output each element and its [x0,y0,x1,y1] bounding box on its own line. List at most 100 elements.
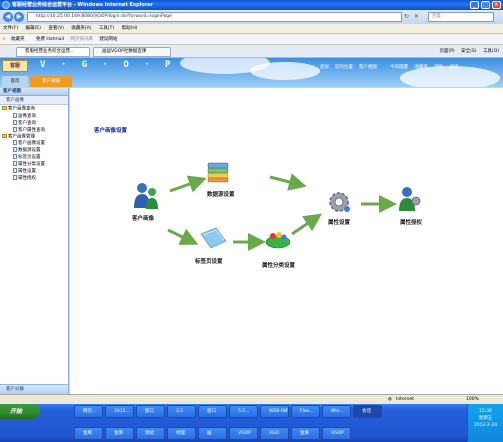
browser-tab-bar: 客服经营业务综合运营... 画运VGOP社数据宣课 页面(P) 安全(S) 工具… [0,45,503,58]
start-button[interactable]: 开始 [0,404,40,419]
folder-icon [2,106,7,110]
gear-icon [329,192,350,212]
clock-date: 2012-2-24 [473,423,498,428]
tree-item[interactable]: 数据源设置 [0,147,68,154]
link-reminder[interactable]: 今日提醒 [390,65,408,70]
fav-hotmail[interactable]: 免费 Hotmail [36,37,64,42]
safety-menu[interactable]: 安全(S) [461,49,476,54]
stop-icon[interactable]: ✕ [414,13,419,20]
taskbar-item[interactable]: 画 [198,427,227,440]
system-tray: 15:36 星期五 2012-2-24 [467,404,503,442]
close-button[interactable]: × [492,1,501,9]
menu-favorites[interactable]: 收藏夹(A) [71,26,91,31]
node-attribute-settings[interactable]: 属性设置 [328,218,350,226]
menu-tools[interactable]: 工具(T) [99,26,114,31]
taskbar-item[interactable]: 网页... [74,405,103,418]
taskbar-item[interactable]: 5.2... [229,405,258,418]
forward-icon[interactable]: ▶ [14,12,24,22]
ie-icon [2,1,10,9]
taskbar-item[interactable]: Flex... [291,405,320,418]
taskbar-item[interactable]: 金库 [74,427,103,440]
taskbar-item[interactable]: 会话 [353,405,382,418]
taskbar-item[interactable]: 金库 [105,427,134,440]
star-icon: ★ [2,37,7,42]
taskbar-item[interactable]: WEB-INF [260,405,289,418]
back-icon[interactable]: ◀ [3,12,13,22]
search-input[interactable]: 百度 [428,12,494,22]
tree-item[interactable]: 画像查询 [0,112,68,120]
tree-item[interactable]: 客户属性查询 [0,126,68,134]
status-bar: ◍ Internet 100% [0,394,503,404]
location-label: 您的位置: [334,65,355,70]
link-favorites[interactable]: 收藏夹 [414,65,428,70]
category-icon [265,232,291,249]
menu-help[interactable]: 帮助(H) [122,26,138,31]
tree-item[interactable]: 客户查询 [0,119,68,127]
tree-item[interactable]: 属性设置 [0,168,68,175]
browser-tab-2[interactable]: 画运VGOP社数据宣课 [93,47,171,57]
tree-item[interactable]: 标签页设置 [0,154,68,161]
address-input[interactable]: http://10.25.00.149:8080/VGOP/login.do?f… [27,12,402,22]
window-title-bar: 客服经营业务综合运营平台 - Windows Internet Explorer… [0,0,503,10]
brand-title: V · G · O · P [40,60,176,70]
greeting: 您好, [320,65,331,70]
minimize-button[interactable]: _ [470,1,479,9]
flow-diagram [134,162,421,251]
windows-taskbar: 开始 网页... 2012... 窗口 3.5 窗口 5.2... WEB-IN… [0,404,503,442]
link-help[interactable]: 帮助 [434,65,443,70]
taskbar-item[interactable]: 地理 [167,427,196,440]
node-datasource-settings[interactable]: 数据源设置 [207,190,235,198]
sidebar-section[interactable]: 客户画像 [0,96,68,105]
page-menu[interactable]: 页面(P) [439,49,454,54]
node-attribute-auth[interactable]: 属性授权 [400,218,422,226]
tree-item[interactable]: 属性分类设置 [0,161,68,168]
main-content: 客户画像设置 客户画像 数据源设置 标签页设置 属性分类设置 属性设置 属性授权 [70,88,503,394]
node-customer-profile[interactable]: 客户画像 [132,214,154,222]
menu-edit[interactable]: 编辑(E) [26,26,41,31]
menu-file[interactable]: 文件(F) [3,26,18,31]
page-icon [13,126,17,132]
tools-menu[interactable]: 工具(O) [483,49,499,54]
taskbar-item[interactable]: 3.5 [167,405,196,418]
menu-view[interactable]: 查看(V) [48,26,64,31]
maximize-button[interactable]: □ [481,1,490,9]
node-tags-settings[interactable]: 标签页设置 [195,257,223,265]
taskbar-item[interactable]: Win... [322,405,351,418]
folder-icon [2,133,7,138]
taskbar-item[interactable]: VGO [260,427,289,440]
tree-item[interactable]: 属性授权 [0,175,68,182]
datasource-icon [207,162,229,183]
page-icon [13,119,17,125]
taskbar-item[interactable]: 2012... [105,405,134,418]
node-category-settings[interactable]: 属性分类设置 [262,261,295,269]
tab-customer-view[interactable]: 客户视图 [30,76,72,87]
taskbar-item[interactable]: 测试 [136,427,165,440]
page-icon [13,154,17,159]
clock-time[interactable]: 15:36 [468,408,503,415]
page-icon [13,112,17,118]
taskbar-item[interactable]: VGOP [322,427,351,440]
link-logout[interactable]: 退出 [450,65,459,70]
favorites-button[interactable]: ★ 收藏夹 [2,37,30,42]
refresh-icon[interactable]: ↻ [404,13,409,20]
fav-suggested[interactable]: 建议网站 [99,37,117,42]
taskbar-item[interactable]: 窗口 [198,405,227,418]
app-header: 客服 V · G · O · P 您好, 您的位置: 客户视图 今日提醒 收藏夹… [0,58,503,87]
security-zone: Internet [396,397,414,402]
tree-item[interactable]: 客户画像设置 [0,140,68,147]
app-logo: 客服 [2,60,28,72]
sidebar-footer-tab[interactable]: 客户分群 [0,384,68,394]
taskbar-item[interactable]: VGOP [229,427,258,440]
tab-home[interactable]: 首页 [2,76,28,87]
fav-webslice[interactable]: 网页快讯库 [70,37,93,42]
flow-arrow [291,213,322,236]
location-value: 客户视图 [358,65,377,70]
zoom-level[interactable]: 100% [466,395,479,404]
flow-arrow [167,228,199,245]
taskbar-item[interactable]: 金库 [291,427,320,440]
tags-page-icon [200,227,227,249]
taskbar-item[interactable]: 窗口 [136,405,165,418]
header-breadcrumb: 您好, 您的位置: 客户视图 [320,64,380,70]
page-icon [13,168,17,173]
browser-tab-1[interactable]: 客服经营业务综合运营... [16,47,90,57]
